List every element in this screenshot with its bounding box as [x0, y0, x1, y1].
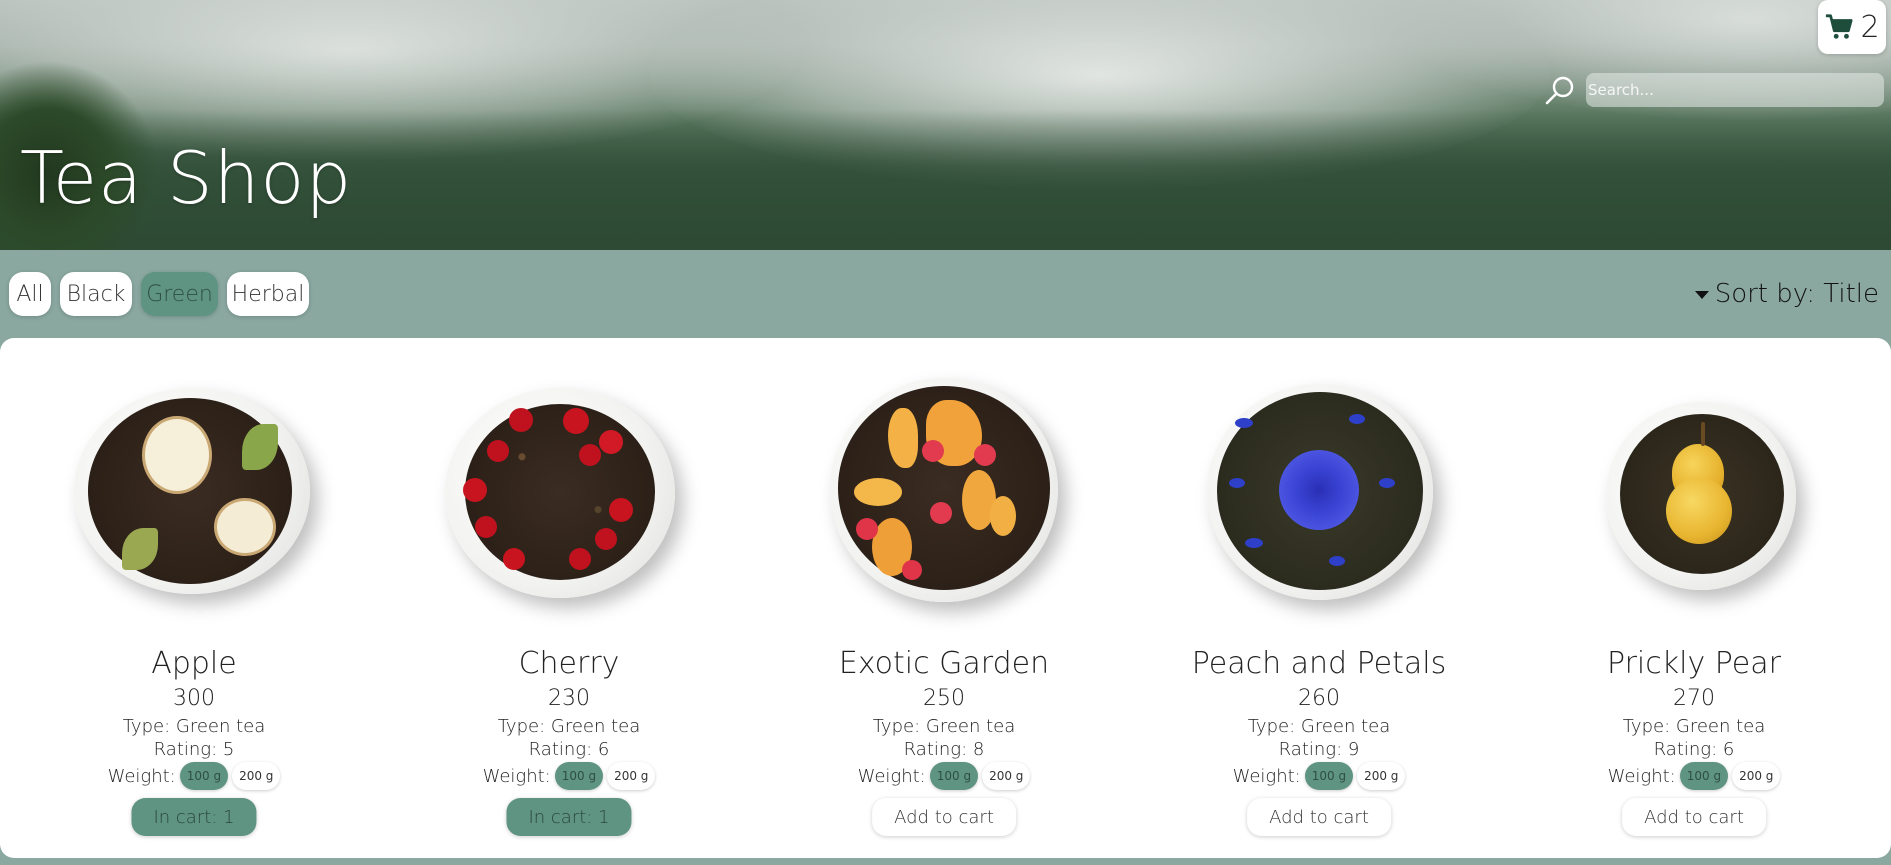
- weight-option-100g[interactable]: 100 g: [1679, 762, 1729, 790]
- product-rating: Rating: 6: [1653, 739, 1735, 760]
- filter-all[interactable]: All: [9, 272, 51, 316]
- weight-option-200g[interactable]: 200 g: [1732, 762, 1781, 790]
- add-to-cart-button[interactable]: Add to cart: [872, 798, 1016, 836]
- weight-option-100g[interactable]: 100 g: [929, 762, 979, 790]
- cart-button[interactable]: 2: [1818, 0, 1886, 54]
- product-price: 270: [1673, 686, 1715, 711]
- in-cart-button[interactable]: In cart: 1: [506, 798, 632, 836]
- product-type: Type: Green tea: [1622, 716, 1766, 737]
- search-icon[interactable]: [1544, 74, 1576, 106]
- filter-black[interactable]: Black: [60, 272, 132, 316]
- search-input[interactable]: [1586, 73, 1884, 107]
- exotic-garden-tea-image: [814, 378, 1074, 608]
- weight-selector: Weight: 100 g 200 g: [381, 762, 757, 790]
- product-name: Peach and Petals: [1191, 646, 1447, 681]
- add-to-cart-button[interactable]: Add to cart: [1622, 798, 1766, 836]
- weight-selector: Weight: 100 g 200 g: [6, 762, 382, 790]
- sort-label: Sort by: Title: [1714, 279, 1879, 309]
- weight-option-200g[interactable]: 200 g: [1357, 762, 1406, 790]
- product-price: 230: [548, 686, 590, 711]
- product-card: Cherry 230 Type: Green tea Rating: 6 Wei…: [381, 338, 757, 858]
- product-card: Apple 300 Type: Green tea Rating: 5 Weig…: [6, 338, 382, 858]
- product-name: Prickly Pear: [1607, 646, 1781, 681]
- product-price: 260: [1298, 686, 1340, 711]
- weight-option-100g[interactable]: 100 g: [1304, 762, 1354, 790]
- weight-label: Weight:: [482, 765, 551, 787]
- weight-option-200g[interactable]: 200 g: [982, 762, 1031, 790]
- hero-banner: Tea Shop 2: [0, 0, 1891, 250]
- peach-petals-tea-image: [1189, 378, 1449, 608]
- add-to-cart-button[interactable]: Add to cart: [1247, 798, 1391, 836]
- product-card: Exotic Garden 250 Type: Green tea Rating…: [756, 338, 1132, 858]
- weight-selector: Weight: 100 g 200 g: [1506, 762, 1882, 790]
- prickly-pear-tea-image: [1564, 378, 1824, 608]
- product-type: Type: Green tea: [122, 716, 266, 737]
- weight-option-200g[interactable]: 200 g: [607, 762, 656, 790]
- product-rating: Rating: 5: [153, 739, 235, 760]
- sort-dropdown[interactable]: Sort by: Title: [1694, 276, 1879, 312]
- weight-label: Weight:: [1607, 765, 1676, 787]
- caret-down-icon: [1694, 291, 1709, 299]
- weight-option-100g[interactable]: 100 g: [179, 762, 229, 790]
- product-name: Exotic Garden: [838, 646, 1050, 681]
- weight-label: Weight:: [1232, 765, 1301, 787]
- filter-herbal[interactable]: Herbal: [227, 272, 309, 316]
- cherry-tea-image: [439, 378, 699, 608]
- cart-count: 2: [1860, 9, 1880, 45]
- product-card: Peach and Petals 260 Type: Green tea Rat…: [1131, 338, 1507, 858]
- product-name: Apple: [151, 646, 237, 681]
- product-card: Prickly Pear 270 Type: Green tea Rating:…: [1506, 338, 1882, 858]
- weight-label: Weight:: [107, 765, 176, 787]
- in-cart-button[interactable]: In cart: 1: [131, 798, 257, 836]
- filter-green[interactable]: Green: [141, 272, 218, 316]
- product-rating: Rating: 8: [903, 739, 985, 760]
- product-price: 250: [923, 686, 965, 711]
- weight-label: Weight:: [857, 765, 926, 787]
- product-type: Type: Green tea: [497, 716, 641, 737]
- weight-option-100g[interactable]: 100 g: [554, 762, 604, 790]
- weight-option-200g[interactable]: 200 g: [232, 762, 281, 790]
- apple-tea-image: [64, 378, 324, 608]
- cart-icon: [1826, 14, 1853, 39]
- product-rating: Rating: 9: [1278, 739, 1360, 760]
- product-type: Type: Green tea: [872, 716, 1016, 737]
- page-title: Tea Shop: [20, 136, 353, 220]
- product-rating: Rating: 6: [528, 739, 610, 760]
- product-name: Cherry: [518, 646, 620, 681]
- weight-selector: Weight: 100 g 200 g: [1131, 762, 1507, 790]
- product-type: Type: Green tea: [1247, 716, 1391, 737]
- product-grid: Apple 300 Type: Green tea Rating: 5 Weig…: [0, 338, 1891, 858]
- weight-selector: Weight: 100 g 200 g: [756, 762, 1132, 790]
- filter-bar: All Black Green Herbal Sort by: Title: [0, 250, 1891, 338]
- product-price: 300: [173, 686, 215, 711]
